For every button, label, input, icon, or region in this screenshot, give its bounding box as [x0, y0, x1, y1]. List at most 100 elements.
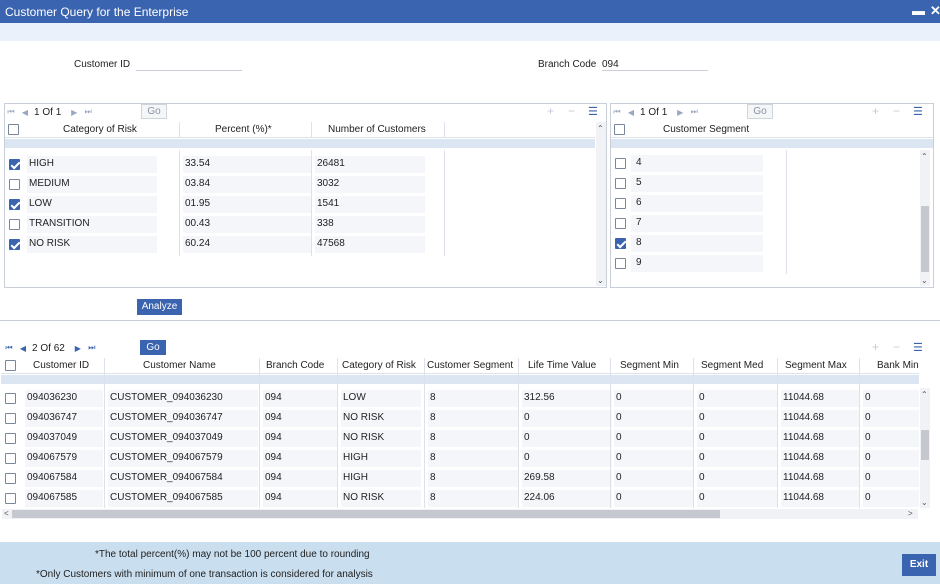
- scroll-left-icon[interactable]: <: [4, 509, 9, 518]
- first-page-icon[interactable]: ⏮: [6, 107, 16, 117]
- row-checkbox[interactable]: [615, 258, 626, 269]
- row-checkbox[interactable]: [5, 493, 16, 504]
- customer-id-cell: 094036230: [27, 392, 78, 403]
- prev-page-icon[interactable]: ◀: [20, 108, 30, 117]
- column-settings-icon[interactable]: ☰: [913, 341, 923, 354]
- col-customer-segment[interactable]: Customer Segment: [663, 124, 749, 135]
- table-row[interactable]: LOW 01.95 1541: [5, 195, 595, 215]
- add-row-icon[interactable]: +: [872, 340, 879, 354]
- col-customer-segment[interactable]: Customer Segment: [427, 360, 513, 371]
- col-number-of-customers[interactable]: Number of Customers: [328, 124, 426, 135]
- branch-code-input[interactable]: [602, 58, 708, 71]
- col-segment-med[interactable]: Segment Med: [701, 360, 763, 371]
- table-row[interactable]: 094067579 CUSTOMER_094067579 094 HIGH 8 0 0 0 11…: [1, 449, 919, 469]
- column-settings-icon[interactable]: ☰: [588, 105, 598, 118]
- col-percent[interactable]: Percent (%)*: [215, 124, 272, 135]
- add-row-icon[interactable]: +: [872, 104, 879, 118]
- row-checkbox[interactable]: [9, 219, 20, 230]
- lifetime-value-cell: 0: [524, 412, 530, 423]
- segment-go-button[interactable]: Go: [747, 104, 773, 119]
- last-page-icon[interactable]: ⏭: [689, 107, 699, 117]
- exit-button[interactable]: Exit: [902, 554, 936, 576]
- table-row[interactable]: 4: [611, 154, 919, 174]
- table-row[interactable]: 094036230 CUSTOMER_094036230 094 LOW 8 312.56…: [1, 389, 919, 409]
- table-row[interactable]: NO RISK 60.24 47568: [5, 235, 595, 255]
- customer-scroll-thumb[interactable]: [921, 430, 929, 460]
- table-row[interactable]: 094036747 CUSTOMER_094036747 094 NO RISK 8 0 0…: [1, 409, 919, 429]
- row-checkbox[interactable]: [5, 413, 16, 424]
- row-checkbox[interactable]: [9, 239, 20, 250]
- table-row[interactable]: HIGH 33.54 26481: [5, 155, 595, 175]
- row-checkbox[interactable]: [5, 453, 16, 464]
- delete-row-icon[interactable]: −: [893, 104, 900, 118]
- col-bank-min[interactable]: Bank Min: [877, 360, 919, 371]
- col-life-time-value[interactable]: Life Time Value: [528, 360, 596, 371]
- table-row[interactable]: 9: [611, 254, 919, 274]
- row-checkbox[interactable]: [615, 198, 626, 209]
- table-row[interactable]: 6: [611, 194, 919, 214]
- row-checkbox[interactable]: [9, 199, 20, 210]
- table-row[interactable]: MEDIUM 03.84 3032: [5, 175, 595, 195]
- scroll-up-icon[interactable]: ⌃: [597, 124, 604, 133]
- next-page-icon[interactable]: ▶: [73, 344, 83, 353]
- next-page-icon[interactable]: ▶: [69, 108, 79, 117]
- col-category-of-risk[interactable]: Category of Risk: [342, 360, 416, 371]
- table-row[interactable]: 5: [611, 174, 919, 194]
- table-row[interactable]: 8: [611, 234, 919, 254]
- first-page-icon[interactable]: ⏮: [4, 343, 14, 353]
- analyze-button[interactable]: Analyze: [137, 299, 182, 315]
- scroll-down-icon[interactable]: ⌄: [921, 498, 928, 507]
- add-row-icon[interactable]: +: [547, 104, 554, 118]
- segment-scrollbar[interactable]: [920, 150, 930, 286]
- last-page-icon[interactable]: ⏭: [87, 343, 97, 353]
- row-checkbox[interactable]: [615, 238, 626, 249]
- delete-row-icon[interactable]: −: [893, 340, 900, 354]
- col-customer-id[interactable]: Customer ID: [33, 360, 89, 371]
- col-customer-name[interactable]: Customer Name: [143, 360, 216, 371]
- customer-id-input[interactable]: [136, 58, 242, 71]
- risk-go-button[interactable]: Go: [141, 104, 167, 119]
- scroll-up-icon[interactable]: ⌃: [921, 390, 928, 399]
- risk-select-all-checkbox[interactable]: [8, 124, 19, 135]
- row-checkbox[interactable]: [5, 433, 16, 444]
- next-page-icon[interactable]: ▶: [675, 108, 685, 117]
- segment-cell: 8: [430, 492, 436, 503]
- last-page-icon[interactable]: ⏭: [83, 107, 93, 117]
- row-checkbox[interactable]: [615, 158, 626, 169]
- column-settings-icon[interactable]: ☰: [913, 105, 923, 118]
- scroll-down-icon[interactable]: ⌄: [921, 276, 928, 285]
- prev-page-icon[interactable]: ◀: [626, 108, 636, 117]
- close-icon[interactable]: ✕: [930, 3, 940, 19]
- minimize-icon[interactable]: ▬: [912, 3, 925, 18]
- col-category-of-risk[interactable]: Category of Risk: [63, 124, 137, 135]
- col-segment-max[interactable]: Segment Max: [785, 360, 847, 371]
- col-branch-code[interactable]: Branch Code: [266, 360, 324, 371]
- row-checkbox[interactable]: [5, 393, 16, 404]
- row-checkbox[interactable]: [615, 218, 626, 229]
- scroll-right-icon[interactable]: >: [908, 509, 913, 518]
- table-row[interactable]: 094037049 CUSTOMER_094037049 094 NO RISK 8 0 0…: [1, 429, 919, 449]
- segment-scroll-thumb[interactable]: [921, 206, 929, 272]
- delete-row-icon[interactable]: −: [568, 104, 575, 118]
- customer-hscroll-thumb[interactable]: [12, 510, 720, 518]
- customer-scrollbar[interactable]: [920, 388, 930, 508]
- row-checkbox[interactable]: [9, 179, 20, 190]
- scroll-down-icon[interactable]: ⌄: [597, 276, 604, 285]
- table-row[interactable]: 094067585 CUSTOMER_094067585 094 NO RISK 8 22…: [1, 489, 919, 509]
- prev-page-icon[interactable]: ◀: [18, 344, 28, 353]
- customer-go-button[interactable]: Go: [140, 340, 166, 355]
- first-page-icon[interactable]: ⏮: [612, 107, 622, 117]
- customer-hscrollbar[interactable]: [2, 509, 918, 519]
- table-row[interactable]: TRANSITION 00.43 338: [5, 215, 595, 235]
- scroll-up-icon[interactable]: ⌃: [921, 152, 928, 161]
- row-checkbox[interactable]: [9, 159, 20, 170]
- customer-select-all-checkbox[interactable]: [5, 360, 16, 371]
- table-row[interactable]: 094067584 CUSTOMER_094067584 094 HIGH 8 269.5…: [1, 469, 919, 489]
- segment-select-all-checkbox[interactable]: [614, 124, 625, 135]
- table-row[interactable]: 7: [611, 214, 919, 234]
- col-segment-min[interactable]: Segment Min: [620, 360, 679, 371]
- row-checkbox[interactable]: [615, 178, 626, 189]
- risk-scrollbar[interactable]: [596, 122, 606, 286]
- customer-name-cell: CUSTOMER_094036747: [110, 412, 223, 423]
- row-checkbox[interactable]: [5, 473, 16, 484]
